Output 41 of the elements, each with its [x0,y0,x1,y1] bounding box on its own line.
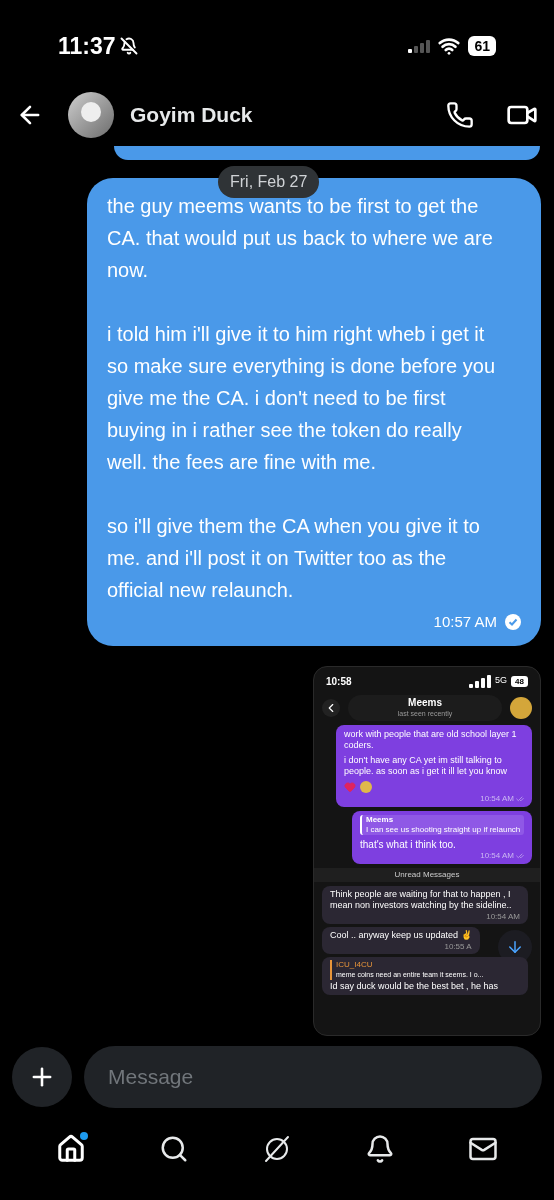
muted-bell-icon [119,37,138,55]
date-separator: Fri, Feb 27 [218,166,320,198]
message-text: i told him i'll give it to him right wheb i get it so make sure everything is done before you give me the CA. i don't need to be first buying in i rather see the token do really well. the fees are fine with me. [107,322,495,475]
message-time: 10:54 AM [486,912,520,921]
reply-quote[interactable]: Meems I can see us shooting straight up if relaunch [360,815,524,835]
reply-author: ICU_I4CU [336,960,374,970]
reply-text: I can see us shooting straight up if relaunch [366,825,522,835]
screenshot-attachment[interactable] [313,666,541,1036]
message-time: 10:55 A [444,942,472,951]
message-text: work with people that are old school layer 1 coders. [344,729,518,751]
wifi-icon [438,35,461,57]
emoji-reaction-icon[interactable] [360,781,372,793]
double-check-icon [516,794,524,803]
message-text: i don't have any CA yet im still talking to people. as soon as i get it ill let you know [344,755,509,777]
status-time: 10:58 [326,674,352,689]
network-label: 5G [495,674,508,688]
contact-avatar[interactable] [510,697,532,719]
home-icon[interactable] [56,1134,87,1164]
message-text: that's what i think too. [360,839,457,850]
double-check-icon [516,851,524,860]
slashed-circle-icon[interactable] [262,1134,292,1164]
signal-icon [408,39,431,53]
battery-indicator: 48 [511,675,528,687]
message-text: Id say duck would be the best bet , he has [330,981,500,992]
message-time: 10:54 AM [480,794,514,803]
add-button[interactable] [12,1047,72,1107]
status-time: 11:37 [58,31,116,61]
chat-title: Meems [408,697,442,708]
reply-author: Meems [366,815,395,825]
phone-icon[interactable] [446,101,474,129]
message-text: Think people are waiting for that to happen , I mean non investors watching by the sideline.. [330,889,513,911]
signal-icon [469,674,492,688]
back-icon[interactable] [322,699,340,717]
contact-avatar[interactable] [68,92,114,138]
battery-indicator: 61 [468,36,496,56]
message-time: 10:57 AM [433,612,497,632]
message-text: so i'll give them the CA when you give it to me. and i'll post it on Twitter too as the official new relaunch. [107,514,481,603]
message-text: Cool .. anyway keep us updated ✌ [330,930,472,941]
message-time: 10:54 AM [480,851,514,860]
message-input[interactable]: Message [84,1046,542,1108]
contact-name[interactable]: Goyim Duck [130,99,253,131]
